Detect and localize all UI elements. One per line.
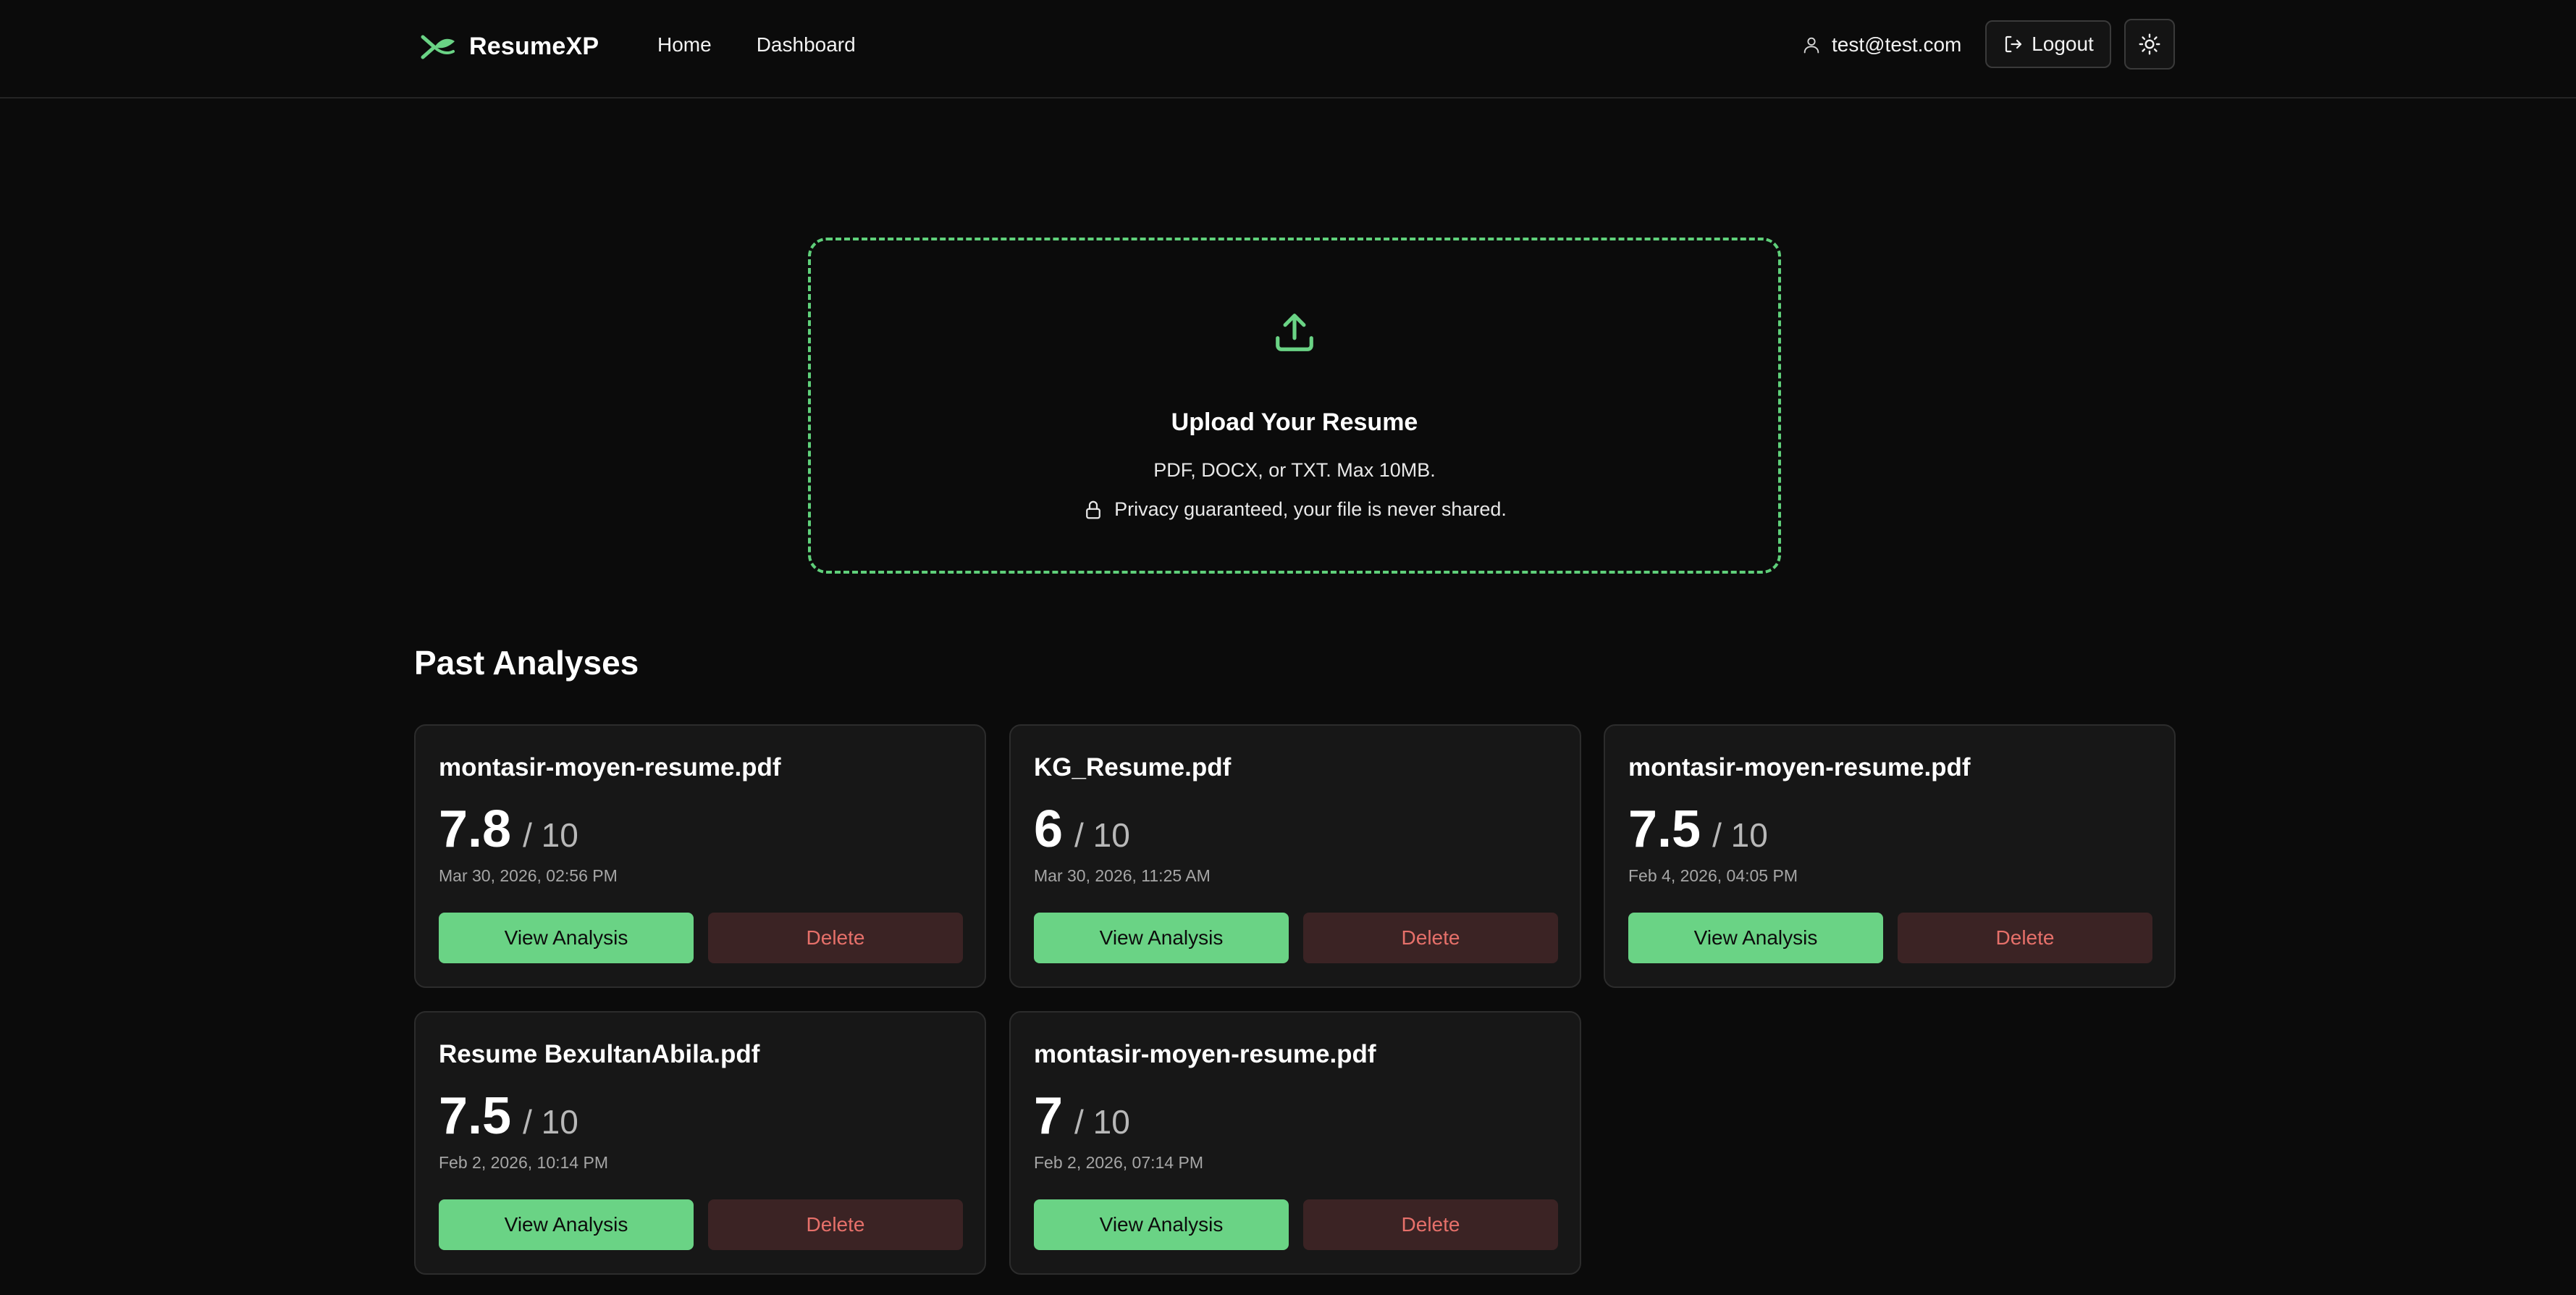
delete-button[interactable]: Delete: [708, 1199, 963, 1250]
upload-title: Upload Your Resume: [1171, 408, 1418, 436]
score-max: / 10: [1712, 816, 1768, 854]
card-file-name: Resume BexultanAbila.pdf: [439, 1040, 760, 1068]
upload-icon: [1276, 314, 1313, 351]
score-max: / 10: [523, 1103, 578, 1141]
score-value: 7.8: [439, 800, 512, 858]
logout-label: Logout: [2032, 33, 2094, 55]
card-file-name: montasir-moyen-resume.pdf: [439, 753, 781, 781]
score-max: / 10: [1074, 816, 1130, 854]
lock-icon: [1086, 500, 1100, 519]
user-email: test@test.com: [1832, 33, 1962, 56]
analysis-card: KG_Resume.pdf 6 / 10 Mar 30, 2026, 11:25…: [1009, 724, 1581, 988]
analysis-card: Resume BexultanAbila.pdf 7.5 / 10 Feb 2,…: [414, 1011, 986, 1275]
score-value: 7: [1034, 1087, 1064, 1145]
card-score: 7.5 / 10: [1628, 800, 1768, 859]
card-date: Feb 4, 2026, 04:05 PM: [1628, 866, 1798, 885]
score-max: / 10: [523, 816, 578, 854]
analysis-card: montasir-moyen-resume.pdf 7 / 10 Feb 2, …: [1009, 1011, 1581, 1275]
nav-home-link[interactable]: Home: [657, 29, 712, 61]
analysis-card: montasir-moyen-resume.pdf 7.5 / 10 Feb 4…: [1604, 724, 2176, 988]
nav-dashboard-link[interactable]: Dashboard: [757, 29, 856, 61]
main-nav: Home Dashboard: [657, 29, 856, 61]
card-date: Mar 30, 2026, 02:56 PM: [439, 866, 618, 885]
past-analyses-title: Past Analyses: [414, 644, 639, 682]
view-analysis-button[interactable]: View Analysis: [439, 913, 694, 963]
score-max: / 10: [1074, 1103, 1130, 1141]
score-value: 6: [1034, 800, 1064, 858]
card-date: Mar 30, 2026, 11:25 AM: [1034, 866, 1211, 885]
delete-button[interactable]: Delete: [708, 913, 963, 963]
brand-link[interactable]: ResumeXP: [418, 26, 599, 67]
card-file-name: montasir-moyen-resume.pdf: [1034, 1040, 1376, 1068]
privacy-text: Privacy guaranteed, your file is never s…: [1114, 498, 1507, 520]
delete-button[interactable]: Delete: [1303, 913, 1558, 963]
upload-formats: PDF, DOCX, or TXT. Max 10MB.: [1153, 459, 1436, 481]
user-info: test@test.com: [1801, 29, 1961, 61]
view-analysis-button[interactable]: View Analysis: [1034, 1199, 1289, 1250]
sun-icon: [2139, 33, 2160, 55]
view-analysis-button[interactable]: View Analysis: [1628, 913, 1883, 963]
delete-button[interactable]: Delete: [1303, 1199, 1558, 1250]
card-score: 7.5 / 10: [439, 1086, 578, 1146]
card-file-name: montasir-moyen-resume.pdf: [1628, 753, 1971, 781]
theme-toggle-button[interactable]: [2124, 19, 2175, 70]
card-score: 7.8 / 10: [439, 800, 578, 859]
logout-button[interactable]: Logout: [1985, 20, 2111, 68]
analysis-card: montasir-moyen-resume.pdf 7.8 / 10 Mar 3…: [414, 724, 986, 988]
card-date: Feb 2, 2026, 10:14 PM: [439, 1153, 608, 1172]
upload-privacy-note: Privacy guaranteed, your file is never s…: [811, 498, 1778, 521]
score-value: 7.5: [1628, 800, 1701, 858]
score-value: 7.5: [439, 1087, 512, 1145]
card-date: Feb 2, 2026, 07:14 PM: [1034, 1153, 1203, 1172]
logout-icon: [2005, 35, 2022, 53]
brand-logo-icon: [421, 35, 455, 59]
user-icon: [1803, 37, 1819, 54]
brand-name: ResumeXP: [469, 32, 599, 60]
card-score: 7 / 10: [1034, 1086, 1130, 1146]
top-nav-bar: ResumeXP Home Dashboard test@test.com Lo…: [0, 0, 2576, 99]
view-analysis-button[interactable]: View Analysis: [439, 1199, 694, 1250]
card-file-name: KG_Resume.pdf: [1034, 753, 1232, 781]
upload-dropzone[interactable]: Upload Your Resume PDF, DOCX, or TXT. Ma…: [808, 238, 1781, 574]
view-analysis-button[interactable]: View Analysis: [1034, 913, 1289, 963]
delete-button[interactable]: Delete: [1898, 913, 2152, 963]
card-score: 6 / 10: [1034, 800, 1130, 859]
